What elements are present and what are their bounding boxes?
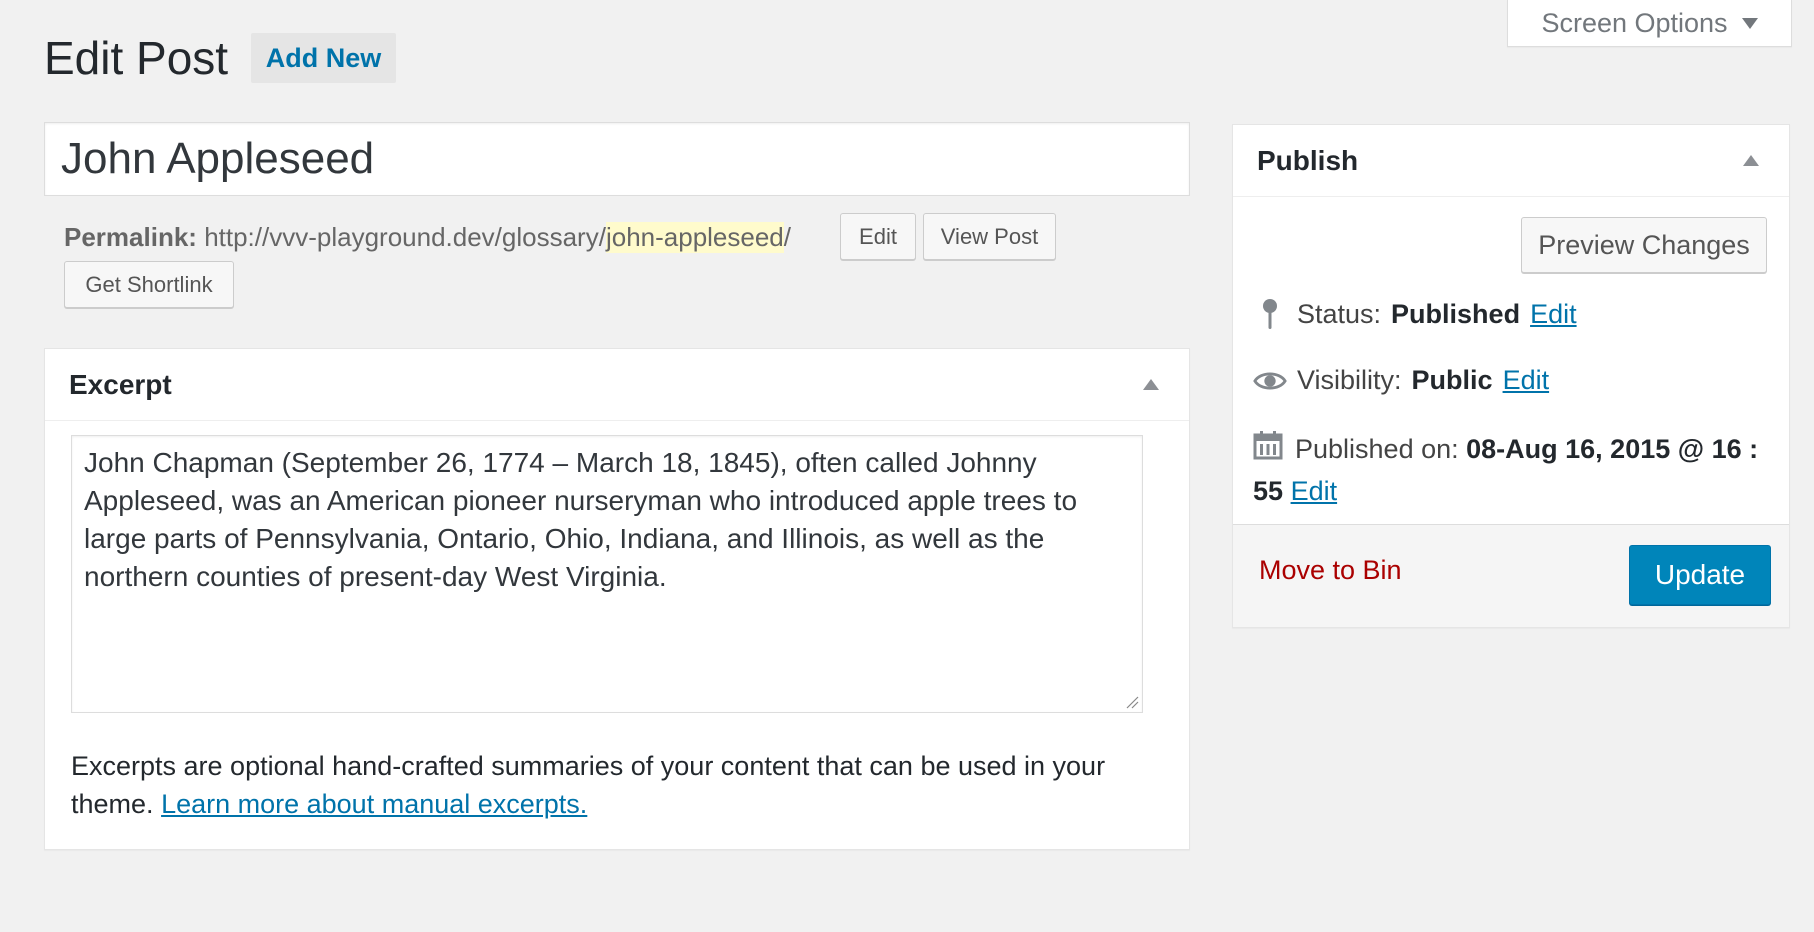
- caret-down-icon: [1741, 17, 1758, 29]
- edit-status-link[interactable]: Edit: [1530, 299, 1577, 330]
- excerpt-text: John Chapman (September 26, 1774 – March…: [84, 447, 1078, 592]
- major-publishing-actions: Move to Bin Update: [1233, 524, 1789, 627]
- status-row: Status: Published Edit: [1253, 297, 1577, 331]
- pin-icon: [1253, 297, 1287, 331]
- permalink-label: Permalink:: [64, 221, 197, 252]
- published-on-row: Published on: 08-Aug 16, 2015 @ 16 : 55 …: [1253, 429, 1773, 511]
- screen-options-button[interactable]: Screen Options: [1507, 0, 1792, 47]
- resize-handle-icon[interactable]: [1125, 695, 1139, 709]
- page-title: Edit Post: [44, 32, 229, 84]
- add-new-button[interactable]: Add New: [251, 33, 396, 83]
- learn-more-excerpts-link[interactable]: Learn more about manual excerpts.: [161, 789, 587, 819]
- edit-date-link[interactable]: Edit: [1291, 476, 1338, 506]
- publish-toggle-button[interactable]: [1737, 149, 1765, 172]
- permalink-base-url[interactable]: http://vvv-playground.dev/glossary/: [204, 222, 606, 253]
- excerpt-title: Excerpt: [69, 368, 172, 400]
- visibility-label: Visibility:: [1297, 365, 1402, 395]
- excerpt-textarea[interactable]: John Chapman (September 26, 1774 – March…: [71, 435, 1143, 713]
- published-on-label: Published on:: [1295, 434, 1459, 464]
- publish-header: Publish: [1233, 125, 1789, 197]
- edit-visibility-link[interactable]: Edit: [1503, 365, 1550, 396]
- move-to-bin-link[interactable]: Move to Bin: [1259, 555, 1402, 586]
- publish-metabox: Publish Preview Changes Status: Publishe…: [1232, 124, 1790, 628]
- permalink-row: Permalink: http://vvv-playground.dev/glo…: [64, 212, 791, 262]
- post-title-input[interactable]: John Appleseed: [44, 122, 1190, 196]
- update-button[interactable]: Update: [1629, 545, 1771, 605]
- preview-changes-button[interactable]: Preview Changes: [1521, 217, 1767, 273]
- view-post-button[interactable]: View Post: [923, 213, 1056, 260]
- publish-title: Publish: [1257, 144, 1359, 176]
- permalink-trailing: /: [783, 221, 791, 252]
- screen-options-label: Screen Options: [1541, 7, 1728, 38]
- excerpt-metabox: Excerpt John Chapman (September 26, 1774…: [44, 348, 1190, 850]
- status-value: Published: [1391, 298, 1521, 329]
- excerpt-help-text: Excerpts are optional hand-crafted summa…: [71, 747, 1151, 823]
- calendar-icon: [1253, 430, 1287, 471]
- get-shortlink-button[interactable]: Get Shortlink: [64, 261, 234, 308]
- visibility-value: Public: [1411, 365, 1493, 395]
- eye-icon: [1253, 368, 1287, 394]
- excerpt-toggle-button[interactable]: [1137, 373, 1165, 396]
- caret-up-icon: [1743, 155, 1759, 166]
- caret-up-icon: [1143, 379, 1159, 390]
- visibility-row: Visibility: Public Edit: [1253, 365, 1549, 396]
- permalink-slug[interactable]: john-appleseed: [605, 221, 784, 253]
- edit-slug-button[interactable]: Edit: [840, 213, 916, 260]
- excerpt-header: Excerpt: [45, 349, 1189, 421]
- status-label: Status:: [1297, 298, 1382, 329]
